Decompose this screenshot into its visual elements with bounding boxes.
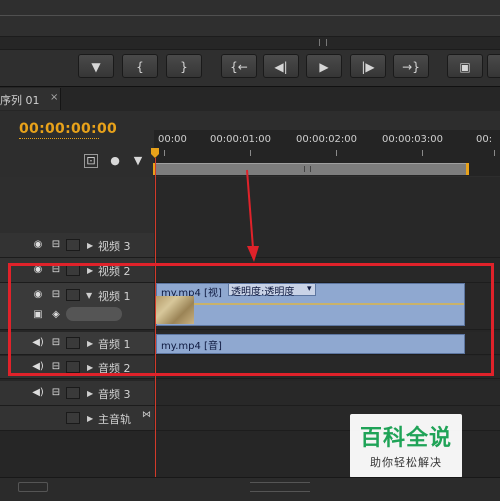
- zoom-scroll[interactable]: [18, 482, 48, 492]
- watermark-subtitle: 助你轻松解决: [370, 456, 442, 469]
- watermark-logo: 百科全说 助你轻松解决: [350, 414, 462, 478]
- horizontal-scrollbar[interactable]: [250, 482, 310, 492]
- watermark-title: 百科全说: [359, 426, 452, 451]
